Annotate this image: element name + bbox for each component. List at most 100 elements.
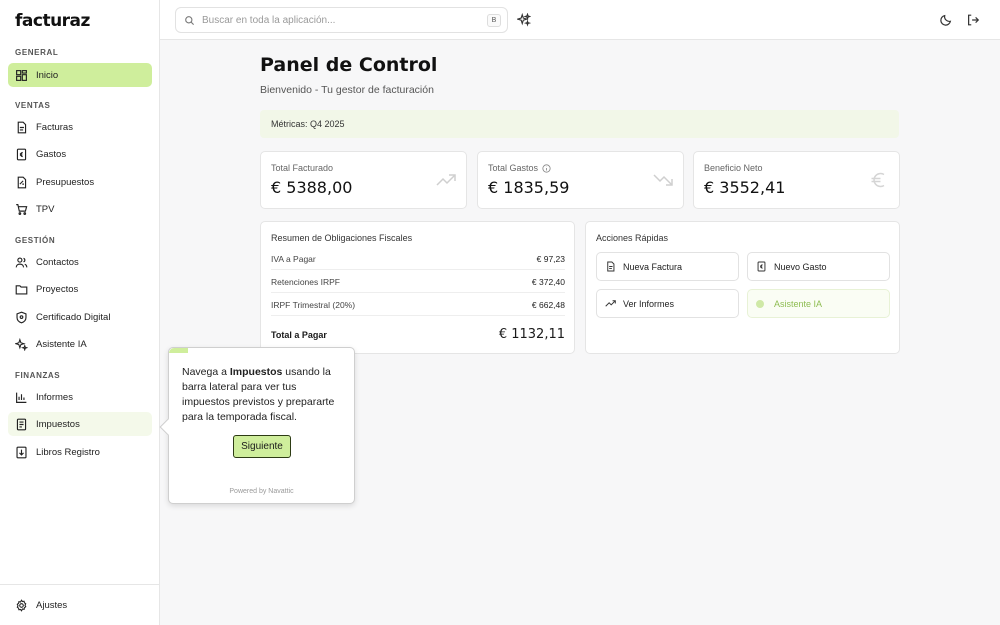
- folder-icon: [15, 284, 28, 295]
- sidebar-item-label: Contactos: [36, 256, 79, 268]
- tour-popover: Navega a Impuestos usando la barra later…: [159, 347, 355, 504]
- invoice-icon: [607, 261, 615, 272]
- button-label: Ver Informes: [623, 298, 675, 309]
- sidebar-item-label: TPV: [36, 203, 55, 215]
- sparkles-icon: [15, 337, 28, 351]
- metrics-period-label: Métricas: Q4 2025: [271, 119, 345, 129]
- kpi-label: Total Facturado: [271, 163, 334, 173]
- kpi-value: € 3552,41: [704, 178, 786, 197]
- trend-down-icon: [653, 174, 673, 186]
- section-label-general: GENERAL: [15, 48, 59, 57]
- sidebar-item-contactos[interactable]: Contactos: [8, 250, 152, 274]
- tax-row: IRPF Trimestral (20%) € 662,48: [271, 300, 565, 316]
- search-icon: [185, 15, 195, 25]
- tax-row: IVA a Pagar € 97,23: [271, 254, 565, 270]
- kpi-card-beneficio: Beneficio Neto € 3552,41: [693, 151, 900, 209]
- tax-total-label: Total a Pagar: [271, 329, 327, 340]
- global-search[interactable]: B: [175, 7, 508, 33]
- section-label-ventas: VENTAS: [15, 101, 51, 110]
- kpi-card-gastos: Total Gastos € 1835,59: [477, 151, 684, 209]
- new-invoice-button[interactable]: Nueva Factura: [596, 252, 739, 281]
- sidebar-item-label: Impuestos: [36, 418, 80, 430]
- tax-row-label: IVA a Pagar: [271, 254, 316, 264]
- section-label-finanzas: FINANZAS: [15, 371, 61, 380]
- sidebar-item-label: Libros Registro: [36, 446, 100, 458]
- sidebar-item-proyectos[interactable]: Proyectos: [8, 277, 152, 301]
- sidebar-item-informes[interactable]: Informes: [8, 385, 152, 409]
- kpi-value: € 1835,59: [488, 178, 570, 197]
- kpi-value: € 5388,00: [271, 178, 353, 197]
- tax-total-value: € 1132,11: [498, 327, 565, 342]
- app-logo[interactable]: facturaz: [15, 11, 90, 31]
- button-label: Nueva Factura: [623, 261, 683, 272]
- tax-total-row: Total a Pagar € 1132,11: [271, 327, 565, 342]
- ai-assistant-button[interactable]: Asistente IA: [747, 289, 890, 318]
- quote-icon: [17, 176, 27, 188]
- sidebar-item-inicio[interactable]: Inicio: [8, 63, 152, 87]
- sidebar-item-tpv[interactable]: TPV: [8, 197, 152, 221]
- ai-status-dot: [756, 299, 764, 308]
- sidebar-item-label: Proyectos: [36, 283, 79, 295]
- gear-icon: [16, 598, 27, 612]
- tour-next-button[interactable]: Siguiente: [233, 435, 291, 458]
- trend-up-icon: [605, 300, 616, 307]
- sidebar-footer: Ajustes: [0, 584, 160, 625]
- tax-row-value: € 662,48: [531, 300, 565, 310]
- tour-pointer-arrow: [159, 418, 177, 436]
- sidebar-item-certificado[interactable]: Certificado Digital: [8, 305, 152, 329]
- invoice-icon: [17, 121, 27, 133]
- section-label-gestion: GESTIÓN: [15, 236, 56, 245]
- quick-actions-card: Acciones Rápidas Nueva Factura Nuevo Gas…: [585, 221, 900, 354]
- shield-icon: [16, 311, 27, 323]
- book-download-icon: [16, 446, 27, 458]
- euro-icon: [871, 172, 885, 188]
- sidebar-item-label: Asistente IA: [36, 338, 87, 350]
- search-input[interactable]: [202, 14, 472, 26]
- page-title: Panel de Control: [260, 54, 438, 76]
- kpi-card-facturado: Total Facturado € 5388,00: [260, 151, 467, 209]
- metrics-period-bar: Métricas: Q4 2025: [260, 110, 899, 138]
- bar-chart-icon: [16, 392, 27, 403]
- view-reports-button[interactable]: Ver Informes: [596, 289, 739, 318]
- tax-row-value: € 97,23: [536, 254, 565, 264]
- trend-up-icon: [436, 174, 456, 186]
- button-label: Asistente IA: [774, 298, 823, 309]
- top-bar: B: [160, 0, 1000, 40]
- tax-row: Retenciones IRPF € 372,40: [271, 277, 565, 293]
- tax-summary-card: Resumen de Obligaciones Fiscales IVA a P…: [260, 221, 575, 354]
- page-subtitle: Bienvenido - Tu gestor de facturación: [260, 84, 434, 96]
- sidebar-item-label: Inicio: [36, 69, 59, 81]
- sidebar-item-label: Certificado Digital: [36, 311, 111, 323]
- ai-sparkles-icon[interactable]: [517, 13, 531, 27]
- new-expense-button[interactable]: Nuevo Gasto: [747, 252, 890, 281]
- tax-row-label: IRPF Trimestral (20%): [271, 300, 356, 310]
- sidebar-item-presupuestos[interactable]: Presupuestos: [8, 170, 152, 194]
- cart-icon: [16, 203, 28, 215]
- sidebar-item-facturas[interactable]: Facturas: [8, 115, 152, 139]
- kpi-label: Total Gastos: [488, 163, 551, 173]
- expense-icon: [16, 148, 27, 160]
- tax-document-icon: [16, 418, 27, 430]
- tax-row-value: € 372,40: [531, 277, 565, 287]
- sidebar: facturaz GENERAL Inicio VENTAS Facturas …: [0, 0, 160, 625]
- users-icon: [15, 256, 28, 267]
- moon-icon[interactable]: [939, 13, 953, 27]
- sidebar-item-impuestos[interactable]: Impuestos: [8, 412, 152, 436]
- sidebar-item-asistente[interactable]: Asistente IA: [8, 332, 152, 356]
- sidebar-item-label: Gastos: [36, 148, 67, 160]
- logout-icon[interactable]: [966, 13, 980, 27]
- sidebar-item-label: Ajustes: [36, 599, 68, 611]
- sidebar-item-gastos[interactable]: Gastos: [8, 142, 152, 166]
- tour-powered-by[interactable]: Powered by Navattic: [169, 488, 354, 495]
- info-icon[interactable]: [542, 163, 551, 173]
- button-label: Nuevo Gasto: [774, 261, 827, 272]
- sidebar-item-ajustes[interactable]: Ajustes: [8, 593, 152, 617]
- tour-message: Navega a Impuestos usando la barra later…: [182, 366, 335, 423]
- kpi-label: Beneficio Neto: [704, 163, 763, 173]
- sidebar-item-label: Facturas: [36, 121, 73, 133]
- expense-icon: [757, 261, 766, 272]
- search-shortcut-badge: B: [487, 14, 501, 27]
- tax-row-label: Retenciones IRPF: [271, 277, 340, 287]
- sidebar-item-label: Presupuestos: [36, 176, 95, 188]
- sidebar-item-libros[interactable]: Libros Registro: [8, 440, 152, 464]
